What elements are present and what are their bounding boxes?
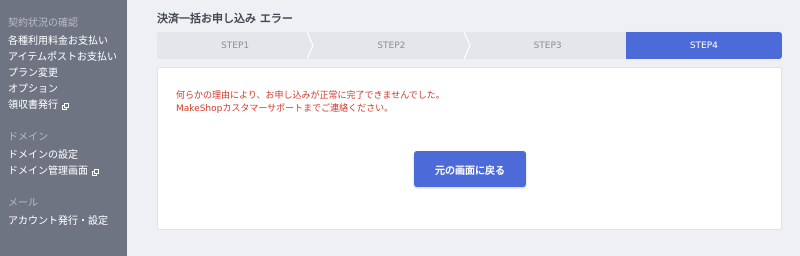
step-chevron-icon	[307, 32, 314, 59]
sidebar-item-plan-change[interactable]: プラン変更	[0, 66, 127, 82]
step-chevron-icon	[463, 32, 471, 59]
step-chevron-icon	[619, 32, 626, 59]
sidebar-item-domain-admin[interactable]: ドメイン管理画面	[0, 164, 127, 180]
error-message: 何らかの理由により、お申し込みが正常に完了できませんでした。 MakeShopカ…	[176, 90, 445, 116]
sidebar-item-domain-settings[interactable]: ドメインの設定	[0, 148, 127, 164]
sidebar-item-receipt[interactable]: 領収書発行	[0, 98, 127, 114]
step-label: STEP1	[221, 40, 250, 51]
sidebar-item-usage-fee-payment[interactable]: 各種利用料金お支払い	[0, 34, 127, 50]
sidebar-item-label: ドメインの設定	[8, 150, 78, 161]
sidebar-heading: ドメイン	[8, 132, 48, 143]
sidebar-section-domain: ドメイン ドメインの設定 ドメイン管理画面	[0, 126, 127, 180]
sidebar-item-itempost-payment[interactable]: アイテムポストお支払い	[0, 50, 127, 66]
sidebar-item-options[interactable]: オプション	[0, 82, 127, 98]
sidebar-item-label: プラン変更	[8, 68, 58, 79]
sidebar-item-label: オプション	[8, 84, 58, 95]
page-title: 決済一括お申し込み エラー	[157, 12, 293, 25]
sidebar-section-contract: 契約状況の確認 各種利用料金お支払い アイテムポストお支払い プラン変更 オプシ…	[0, 12, 127, 114]
sidebar-section-mail: メール アカウント発行・設定	[0, 192, 127, 230]
step-label: STEP4	[689, 40, 718, 51]
sidebar-item-label: 各種利用料金お支払い	[8, 36, 108, 47]
main-content: 決済一括お申し込み エラー STEP1 STEP2 STEP3 STEP4 何ら…	[127, 0, 800, 256]
sidebar-item-label: アイテムポストお支払い	[8, 52, 117, 63]
step-4: STEP4	[625, 32, 782, 59]
app: 契約状況の確認 各種利用料金お支払い アイテムポストお支払い プラン変更 オプシ…	[0, 0, 800, 256]
error-line: MakeShopカスタマーサポートまでご連絡ください。	[176, 104, 394, 114]
step-3: STEP3	[469, 32, 626, 59]
error-line: 何らかの理由により、お申し込みが正常に完了できませんでした。	[176, 91, 445, 101]
sidebar-heading: 契約状況の確認	[8, 18, 78, 29]
step-label: STEP2	[377, 40, 406, 51]
step-2: STEP2	[313, 32, 471, 59]
step-1: STEP1	[157, 32, 314, 59]
sidebar-item-label: アカウント発行・設定	[8, 216, 108, 227]
sidebar-heading: メール	[8, 198, 38, 209]
external-window-icon	[62, 102, 69, 110]
external-window-icon	[92, 168, 99, 176]
sidebar-item-label: ドメイン管理画面	[8, 166, 88, 177]
back-to-previous-button[interactable]: 元の画面に戻る	[414, 151, 526, 187]
sidebar: 契約状況の確認 各種利用料金お支払い アイテムポストお支払い プラン変更 オプシ…	[0, 0, 127, 256]
step-label: STEP3	[533, 40, 562, 51]
sidebar-item-account-settings[interactable]: アカウント発行・設定	[0, 214, 127, 230]
sidebar-item-label: 領収書発行	[8, 100, 58, 111]
step-progress: STEP1 STEP2 STEP3 STEP4	[157, 32, 782, 59]
error-panel: 何らかの理由により、お申し込みが正常に完了できませんでした。 MakeShopカ…	[157, 67, 782, 230]
